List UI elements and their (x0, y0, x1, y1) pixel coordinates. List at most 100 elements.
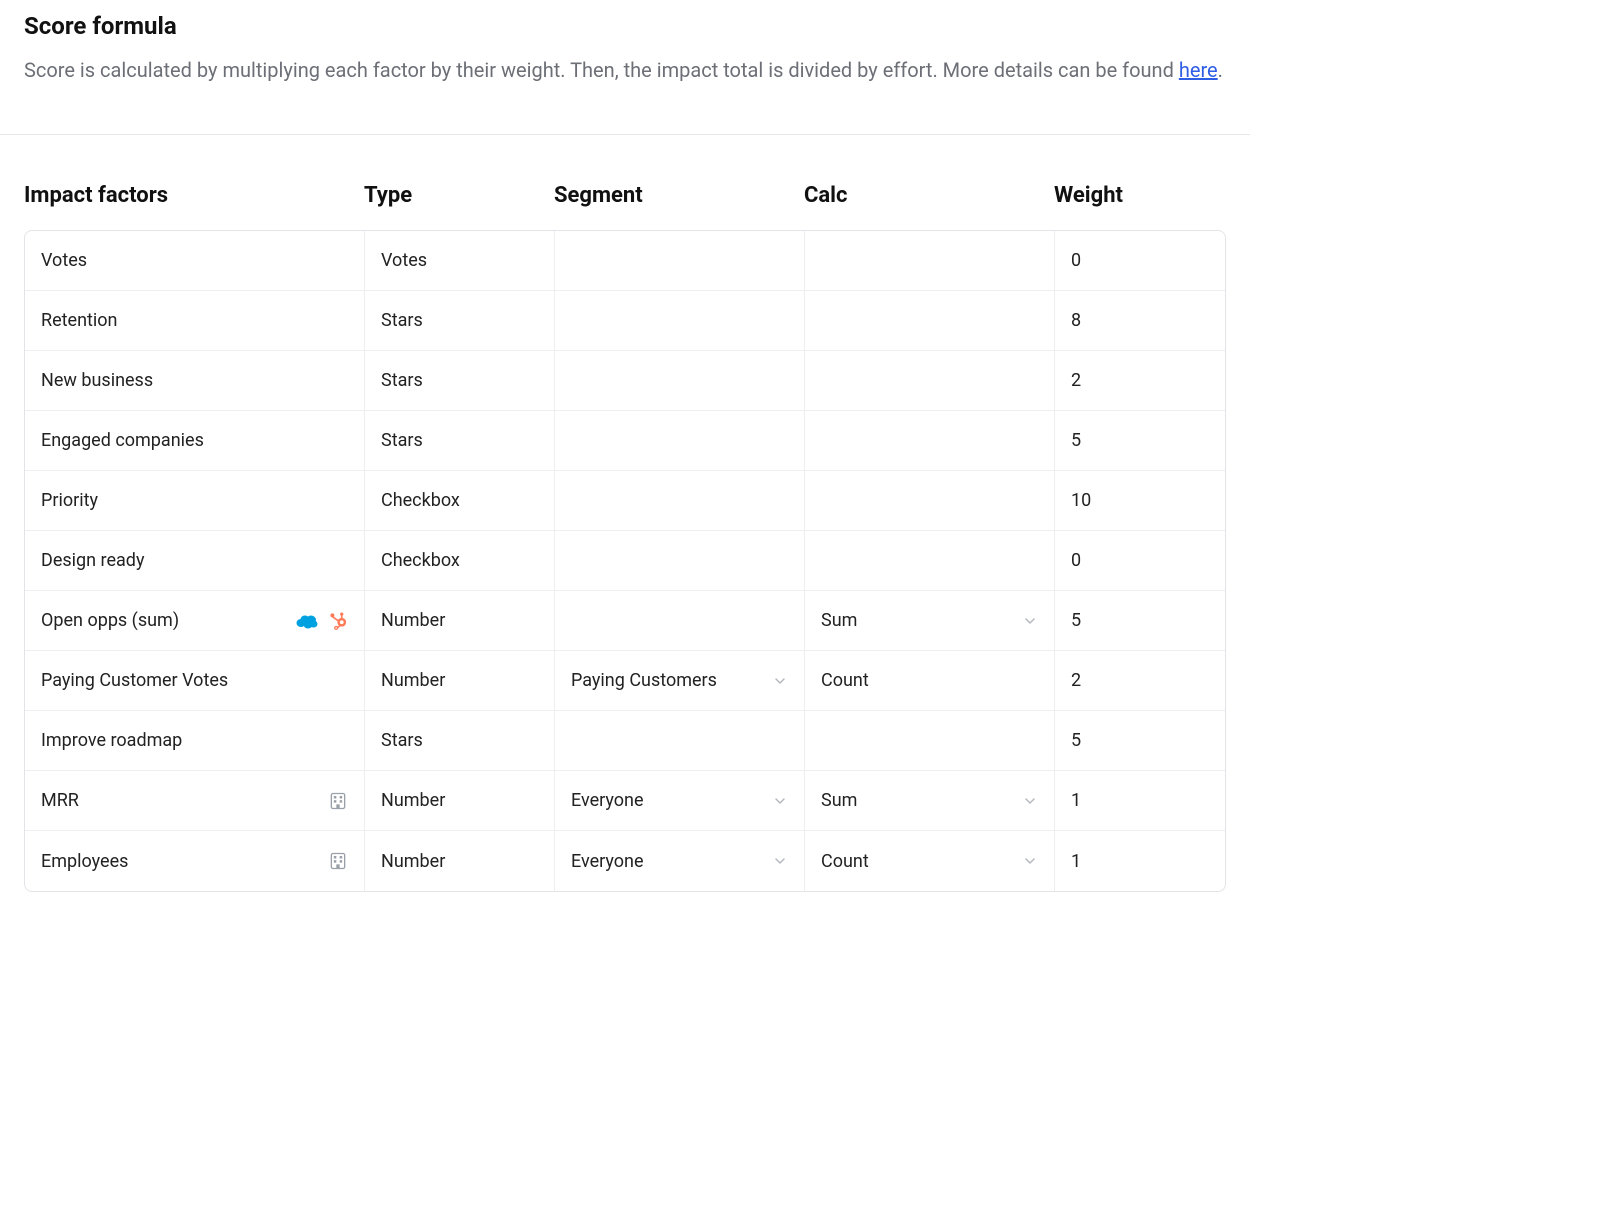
chevron-down-icon (772, 673, 788, 689)
table-row[interactable]: Paying Customer Votes Number Paying Custom… (25, 651, 1225, 711)
chevron-down-icon (1022, 793, 1038, 809)
calc-value: Count (821, 851, 869, 872)
section-title: Score formula (24, 12, 1226, 40)
cell-factor-name: Votes (25, 231, 365, 290)
cell-segment[interactable]: Everyone (555, 831, 805, 891)
cell-weight[interactable]: 5 (1055, 591, 1226, 650)
score-formula-section: Score formula Score is calculated by mul… (0, 0, 1250, 932)
cell-type: Stars (365, 711, 555, 770)
cell-weight[interactable]: 10 (1055, 471, 1226, 530)
factor-name: Priority (41, 490, 98, 511)
cell-weight[interactable]: 1 (1055, 771, 1226, 830)
integration-icons (328, 851, 348, 871)
cell-type: Number (365, 651, 555, 710)
table-row[interactable]: Open opps (sum) Number Sum 5 (25, 591, 1225, 651)
cell-calc (805, 471, 1055, 530)
factor-name: Votes (41, 250, 87, 271)
cell-type: Number (365, 591, 555, 650)
details-link[interactable]: here (1179, 58, 1218, 82)
factor-name: New business (41, 370, 153, 391)
factor-name: Employees (41, 851, 128, 872)
description-text: Score is calculated by multiplying each … (24, 58, 1179, 82)
cell-calc (805, 531, 1055, 590)
cell-type: Number (365, 771, 555, 830)
building-icon (328, 851, 348, 871)
table-row[interactable]: Improve roadmap Stars 5 (25, 711, 1225, 771)
impact-factors-table: Votes Votes 0 Retention Stars 8 New business St… (24, 230, 1226, 892)
table-row[interactable]: Engaged companiesStars5 (25, 411, 1225, 471)
cell-calc[interactable]: Sum (805, 591, 1055, 650)
cell-calc: Count (805, 651, 1055, 710)
cell-type: Checkbox (365, 531, 555, 590)
table-row[interactable]: EmployeesNumberEveryoneCount1 (25, 831, 1225, 891)
description-period: . (1218, 58, 1223, 82)
cell-segment (555, 291, 805, 350)
chevron-down-icon (1022, 613, 1038, 629)
calc-value: Sum (821, 610, 857, 631)
integration-icons (328, 791, 348, 811)
cell-weight[interactable]: 8 (1055, 291, 1226, 350)
weight-value: 0 (1071, 550, 1081, 571)
table-row[interactable]: Priority Checkbox 10 (25, 471, 1225, 531)
cell-segment[interactable]: Everyone (555, 771, 805, 830)
calc-select[interactable]: Sum (821, 790, 1038, 811)
type-value: Number (381, 670, 445, 691)
factor-name: Improve roadmap (41, 730, 182, 751)
cell-factor-name: Open opps (sum) (25, 591, 365, 650)
cell-calc (805, 411, 1055, 470)
cell-segment[interactable]: Paying Customers (555, 651, 805, 710)
cell-calc (805, 711, 1055, 770)
calc-value: Sum (821, 790, 857, 811)
segment-value: Everyone (571, 851, 644, 872)
table-row[interactable]: Retention Stars 8 (25, 291, 1225, 351)
calc-select[interactable]: Count (821, 851, 1038, 872)
cell-factor-name: Design ready (25, 531, 365, 590)
cell-weight[interactable]: 0 (1055, 231, 1226, 290)
cell-segment (555, 711, 805, 770)
type-value: Number (381, 790, 445, 811)
cell-factor-name: Paying Customer Votes (25, 651, 365, 710)
cell-weight[interactable]: 2 (1055, 351, 1226, 410)
type-value: Stars (381, 730, 423, 751)
factor-name: Retention (41, 310, 117, 331)
segment-select[interactable]: Paying Customers (571, 670, 788, 691)
factor-name: Design ready (41, 550, 144, 571)
salesforce-icon (296, 613, 318, 629)
col-type: Type (364, 183, 554, 208)
type-value: Stars (381, 370, 423, 391)
type-value: Checkbox (381, 490, 460, 511)
cell-type: Stars (365, 291, 555, 350)
type-value: Votes (381, 250, 427, 271)
table-row[interactable]: Votes Votes 0 (25, 231, 1225, 291)
cell-factor-name: New business (25, 351, 365, 410)
cell-calc[interactable]: Sum (805, 771, 1055, 830)
cell-calc[interactable]: Count (805, 831, 1055, 891)
col-calc: Calc (804, 183, 1054, 208)
cell-factor-name: MRR (25, 771, 365, 830)
table-row[interactable]: Design ready Checkbox 0 (25, 531, 1225, 591)
factor-name: Open opps (sum) (41, 610, 179, 631)
cell-segment (555, 351, 805, 410)
cell-weight[interactable]: 0 (1055, 531, 1226, 590)
table-row[interactable]: New business Stars 2 (25, 351, 1225, 411)
table-row[interactable]: MRR Number Everyone Sum 1 (25, 771, 1225, 831)
cell-weight[interactable]: 1 (1055, 831, 1226, 891)
hubspot-icon (328, 611, 348, 631)
cell-type: Votes (365, 231, 555, 290)
col-impact-factors: Impact factors (24, 183, 364, 208)
integration-icons (296, 611, 348, 631)
cell-segment (555, 231, 805, 290)
cell-weight[interactable]: 5 (1055, 411, 1226, 470)
cell-calc (805, 231, 1055, 290)
calc-select[interactable]: Sum (821, 610, 1038, 631)
cell-factor-name: Engaged companies (25, 411, 365, 470)
segment-select[interactable]: Everyone (571, 851, 788, 872)
cell-weight[interactable]: 5 (1055, 711, 1226, 770)
cell-type: Stars (365, 351, 555, 410)
cell-factor-name: Priority (25, 471, 365, 530)
weight-value: 8 (1071, 310, 1081, 331)
segment-select[interactable]: Everyone (571, 790, 788, 811)
cell-weight[interactable]: 2 (1055, 651, 1226, 710)
weight-value: 5 (1071, 610, 1081, 631)
cell-segment (555, 531, 805, 590)
